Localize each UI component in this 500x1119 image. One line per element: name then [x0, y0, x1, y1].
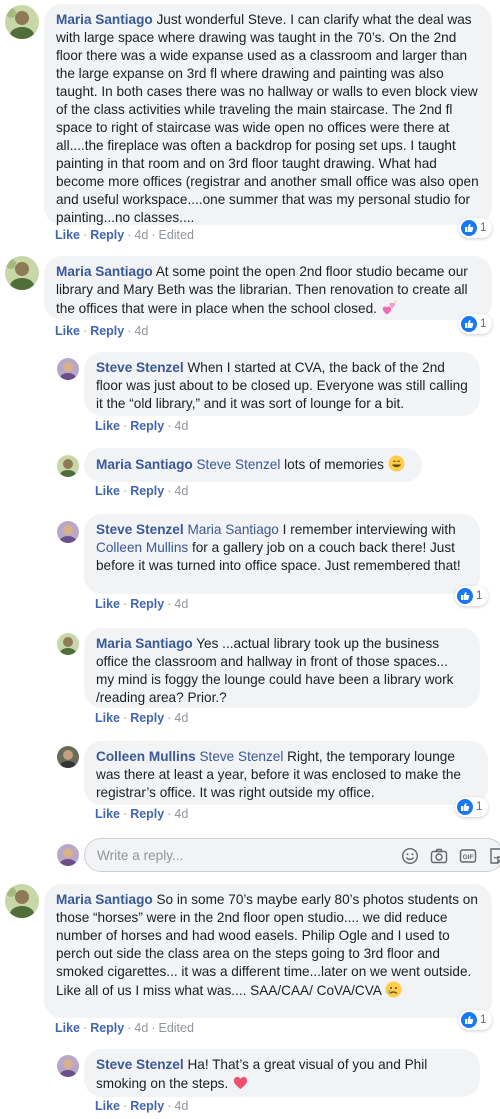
reply-link[interactable]: Reply: [130, 484, 164, 498]
svg-text:GIF: GIF: [463, 854, 474, 861]
like-link[interactable]: Like: [95, 711, 120, 725]
comment-bubble: Maria Santiago So in some 70’s maybe ear…: [44, 884, 492, 1018]
avatar[interactable]: [57, 521, 79, 543]
comment-actions: Like · Reply · 4d: [95, 1099, 189, 1113]
comment-author[interactable]: Steve Stenzel: [96, 1057, 184, 1072]
timestamp[interactable]: 4d: [174, 711, 188, 725]
edited-label[interactable]: Edited: [158, 228, 193, 242]
reply-link[interactable]: Reply: [130, 807, 164, 821]
comment-actions: Like · Reply · 4d: [95, 807, 189, 821]
avatar[interactable]: [5, 884, 39, 918]
reply-link[interactable]: Reply: [90, 324, 124, 338]
timestamp[interactable]: 4d: [174, 484, 188, 498]
reply-link[interactable]: Reply: [130, 711, 164, 725]
like-link[interactable]: Like: [95, 597, 120, 611]
comment-bubble: Maria Santiago Just wonderful Steve. I c…: [44, 4, 492, 225]
comment-actions: Like · Reply · 4d · Edited: [55, 1021, 194, 1035]
comment-bubble: Steve Stenzel Ha! That’s a great visual …: [84, 1049, 480, 1097]
comment-author[interactable]: Maria Santiago: [96, 636, 193, 651]
comment-actions: Like · Reply · 4d: [55, 324, 149, 338]
reaction-count[interactable]: 1: [459, 1010, 493, 1030]
gif-icon[interactable]: GIF: [459, 847, 477, 865]
comment-author[interactable]: Maria Santiago: [56, 12, 153, 27]
timestamp[interactable]: 4d: [134, 324, 148, 338]
camera-icon[interactable]: [430, 847, 448, 865]
mention-link[interactable]: Steve Stenzel: [196, 457, 280, 472]
mention-link[interactable]: Colleen Mullins: [96, 540, 188, 555]
mention-link[interactable]: Maria Santiago: [187, 522, 278, 537]
comment-actions: Like · Reply · 4d: [95, 597, 189, 611]
comment-actions: Like · Reply · 4d: [95, 484, 189, 498]
sparkling-hearts-icon: [381, 299, 398, 316]
comment-text: Just wonderful Steve. I can clarify what…: [56, 12, 479, 225]
grin-emoji-icon: [388, 455, 405, 472]
timestamp[interactable]: 4d: [174, 1099, 188, 1113]
timestamp[interactable]: 4d: [174, 597, 188, 611]
comment-bubble: Steve Stenzel When I started at CVA, the…: [84, 352, 480, 416]
edited-label[interactable]: Edited: [158, 1021, 193, 1035]
comment-bubble: Maria Santiago Yes ...actual library too…: [84, 628, 480, 708]
thumbs-up-icon: [461, 220, 477, 236]
reaction-count[interactable]: 1: [455, 586, 489, 606]
heart-icon: [232, 1074, 249, 1091]
reply-link[interactable]: Reply: [130, 1099, 164, 1113]
like-link[interactable]: Like: [95, 419, 120, 433]
comment-bubble: Maria Santiago Steve Stenzel lots of mem…: [84, 448, 422, 482]
timestamp[interactable]: 4d: [174, 807, 188, 821]
crying-emoji-icon: [385, 981, 402, 998]
timestamp[interactable]: 4d: [134, 1021, 148, 1035]
reaction-count[interactable]: 1: [459, 314, 493, 334]
comment-text: lots of memories: [284, 457, 384, 472]
avatar[interactable]: [5, 256, 39, 290]
timestamp[interactable]: 4d: [174, 419, 188, 433]
reply-placeholder: Write a reply...: [97, 848, 184, 863]
comment-text: I remember interviewing with: [282, 522, 456, 537]
mention-link[interactable]: Steve Stenzel: [199, 749, 283, 764]
reply-link[interactable]: Reply: [130, 419, 164, 433]
comment-author[interactable]: Steve Stenzel: [96, 522, 184, 537]
comment-author[interactable]: Colleen Mullins: [96, 749, 196, 764]
like-link[interactable]: Like: [55, 324, 80, 338]
reaction-count[interactable]: 1: [455, 797, 489, 817]
like-link[interactable]: Like: [95, 807, 120, 821]
comment-actions: Like · Reply · 4d · Edited: [55, 228, 194, 242]
comment-author[interactable]: Maria Santiago: [96, 457, 193, 472]
avatar[interactable]: [57, 633, 79, 655]
comment-bubble: Steve Stenzel Maria Santiago I remember …: [84, 514, 480, 594]
timestamp[interactable]: 4d: [134, 228, 148, 242]
like-link[interactable]: Like: [95, 1099, 120, 1113]
avatar[interactable]: [5, 5, 39, 39]
comment-actions: Like · Reply · 4d: [95, 711, 189, 725]
avatar[interactable]: [57, 1055, 79, 1077]
like-link[interactable]: Like: [95, 484, 120, 498]
comment-text: So in some 70’s maybe early 80’s photos …: [56, 892, 478, 998]
thumbs-up-icon: [461, 1012, 477, 1028]
reply-link[interactable]: Reply: [130, 597, 164, 611]
current-user-avatar: [57, 844, 79, 866]
reply-link[interactable]: Reply: [90, 228, 124, 242]
like-link[interactable]: Like: [55, 1021, 80, 1035]
reply-input[interactable]: Write a reply... GIF: [84, 838, 500, 872]
comment-actions: Like · Reply · 4d: [95, 419, 189, 433]
comment-bubble: Maria Santiago At some point the open 2n…: [44, 256, 492, 320]
smile-icon[interactable]: [401, 847, 419, 865]
sticker-icon[interactable]: [488, 847, 500, 865]
thumbs-up-icon: [457, 588, 473, 604]
like-link[interactable]: Like: [55, 228, 80, 242]
thumbs-up-icon: [461, 316, 477, 332]
thumbs-up-icon: [457, 799, 473, 815]
avatar[interactable]: [57, 455, 79, 477]
avatar[interactable]: [57, 358, 79, 380]
avatar[interactable]: [57, 746, 79, 768]
comment-author[interactable]: Maria Santiago: [56, 892, 153, 907]
reply-link[interactable]: Reply: [90, 1021, 124, 1035]
comment-bubble: Colleen Mullins Steve Stenzel Right, the…: [84, 741, 488, 805]
comment-author[interactable]: Maria Santiago: [56, 264, 153, 279]
comment-author[interactable]: Steve Stenzel: [96, 360, 184, 375]
reaction-count[interactable]: 1: [459, 218, 493, 238]
